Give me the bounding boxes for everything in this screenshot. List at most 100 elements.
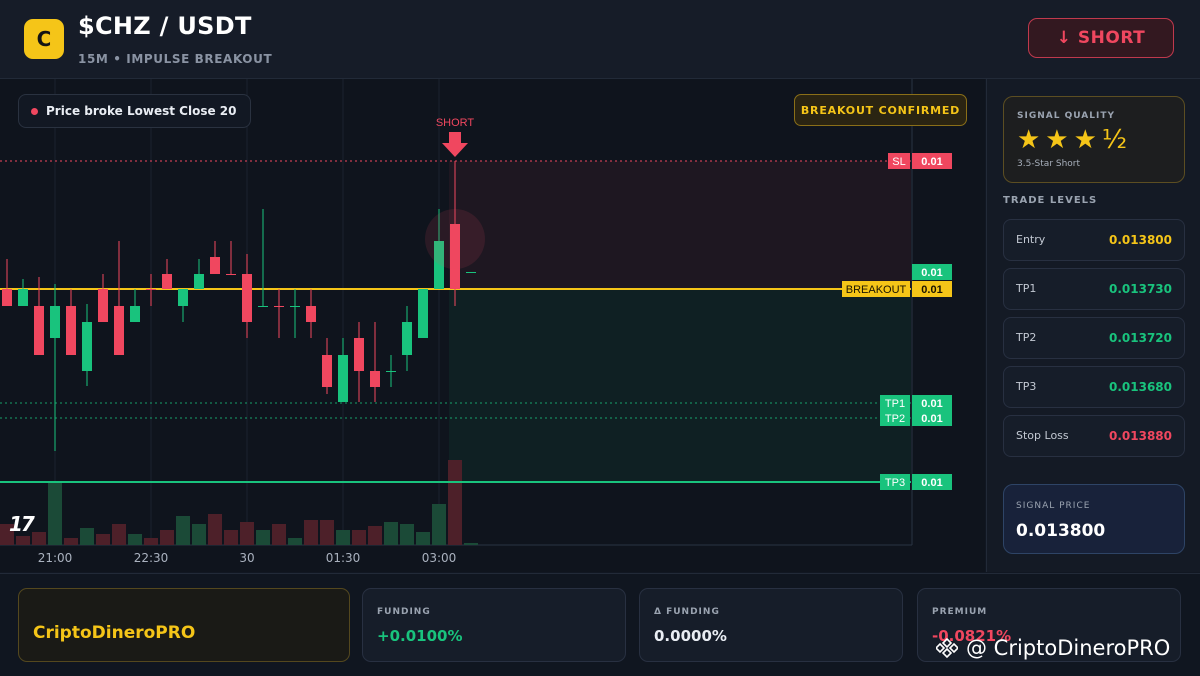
level-name-text: SL	[892, 156, 905, 168]
candle-body	[306, 306, 316, 322]
volume-bar	[416, 532, 430, 545]
candle-body	[98, 289, 108, 322]
candle-body	[354, 338, 364, 371]
level-row-entry: Entry 0.013800	[1003, 219, 1185, 261]
level-name: TP3	[1016, 380, 1037, 393]
pair-title: $CHZ / USDT	[78, 12, 252, 40]
level-name-text: TP3	[885, 477, 905, 489]
candle-body	[242, 274, 252, 322]
brand-name: CriptoDineroPRO	[33, 623, 196, 643]
volume-bar	[224, 530, 238, 545]
level-value-text: 0.01	[921, 156, 942, 168]
funding-title: FUNDING	[377, 607, 431, 617]
volume-bar	[144, 538, 158, 545]
candle-body	[178, 289, 188, 306]
volume-bar	[240, 522, 254, 545]
level-name: Stop Loss	[1016, 429, 1069, 442]
level-value-text: 0.01	[921, 477, 942, 489]
price-chart[interactable]: SHORT 0.01 SL 0.01 0.01 BREAKOUT 0.01 TP1 0.01 T…	[0, 79, 985, 572]
signal-quality-note: 3.5-Star Short	[1017, 159, 1081, 169]
volume-bar	[32, 532, 46, 545]
candle-body	[258, 306, 268, 307]
volume-bar	[304, 520, 318, 545]
signal-price-title: SIGNAL PRICE	[1016, 501, 1091, 511]
level-name-text: TP1	[885, 398, 905, 410]
signal-price-card: SIGNAL PRICE 0.013800	[1003, 484, 1185, 554]
volume-bar	[112, 524, 126, 545]
level-row-tp3: TP3 0.013680	[1003, 366, 1185, 408]
candle-body	[146, 289, 156, 290]
volume-bar	[256, 530, 270, 545]
volume-bar	[384, 522, 398, 545]
volume-bar	[464, 543, 478, 545]
short-arrow-icon	[442, 132, 468, 157]
red-dot-icon	[31, 107, 38, 115]
candle-body	[322, 355, 332, 387]
level-name-text: BREAKOUT	[846, 284, 907, 296]
level-value-text: 0.01	[921, 398, 942, 410]
volume-bar	[64, 538, 78, 545]
chart-canvas: SHORT 0.01 SL 0.01 0.01 BREAKOUT 0.01 TP1 0.01 T…	[0, 79, 952, 546]
level-value: 0.013800	[1108, 233, 1172, 247]
volume-bar	[320, 520, 334, 545]
breakout-confirmed-badge: BREAKOUT CONFIRMED	[794, 94, 967, 126]
trade-levels-title: TRADE LEVELS	[1003, 195, 1098, 206]
signal-panel: SIGNAL QUALITY ★★★½ 3.5-Star Short TRADE…	[986, 79, 1200, 572]
volume-bar	[128, 534, 142, 545]
level-name: TP1	[1016, 282, 1037, 295]
candle-body	[274, 306, 284, 307]
x-axis-label: 30	[239, 551, 255, 565]
x-axis-label: 21:00	[37, 551, 73, 565]
short-button[interactable]: ↓ SHORT	[1028, 18, 1174, 58]
volume-bar	[368, 526, 382, 545]
candle-body	[2, 289, 12, 306]
volume-bar	[272, 524, 286, 545]
volume-bar	[80, 528, 94, 545]
brand-card: CriptoDineroPRO	[18, 588, 350, 662]
level-name-text: TP2	[885, 413, 905, 425]
level-row-tp2: TP2 0.013720	[1003, 317, 1185, 359]
volume-bar	[288, 538, 302, 545]
candle-body	[466, 272, 476, 273]
signal-marker-label: SHORT	[436, 117, 475, 129]
candle-body	[418, 289, 428, 338]
coin-logo: C	[24, 19, 64, 59]
level-row-stop-loss: Stop Loss 0.013880	[1003, 415, 1185, 457]
level-name: Entry	[1016, 233, 1046, 246]
candle-body	[338, 355, 348, 402]
level-value-text: 0.01	[921, 267, 942, 279]
star-rating-icon: ★★★½	[1017, 125, 1133, 155]
level-name: TP2	[1016, 331, 1037, 344]
signal-quality-title: SIGNAL QUALITY	[1017, 111, 1115, 121]
condition-badge: Price broke Lowest Close 20	[18, 94, 252, 128]
candle-body	[370, 371, 380, 387]
header: C $CHZ / USDT 15M • IMPULSE BREAKOUT ↓ S…	[0, 0, 1200, 79]
delta-funding-title: Δ FUNDING	[654, 607, 720, 617]
stop-zone	[449, 161, 911, 289]
x-axis-label: 22:30	[133, 551, 169, 565]
signal-quality-card: SIGNAL QUALITY ★★★½ 3.5-Star Short	[1003, 96, 1185, 183]
volume-bar	[448, 460, 462, 545]
volume-bar	[160, 530, 174, 545]
level-value: 0.013720	[1108, 331, 1172, 345]
candle-body	[402, 322, 412, 355]
funding-value: +0.0100%	[377, 627, 463, 645]
candle-body	[162, 274, 172, 289]
footer: CriptoDineroPRO FUNDING +0.0100% Δ FUNDI…	[0, 573, 1200, 676]
premium-title: PREMIUM	[932, 607, 988, 617]
volume-bar	[176, 516, 190, 545]
candle-body	[66, 306, 76, 355]
profit-zone	[449, 289, 911, 482]
pair-subtitle: 15M • IMPULSE BREAKOUT	[78, 52, 273, 66]
volume-bar	[208, 514, 222, 545]
tradingview-logo-icon: 17	[9, 512, 35, 536]
x-axis-label: 01:30	[325, 551, 361, 565]
candle-body	[114, 306, 124, 355]
volume-bar	[336, 530, 350, 545]
volume-bar	[400, 524, 414, 545]
candle-body	[50, 306, 60, 338]
candle-body	[82, 322, 92, 371]
volume-bar	[432, 504, 446, 545]
level-value-text: 0.01	[921, 284, 942, 296]
candle-body	[194, 274, 204, 289]
